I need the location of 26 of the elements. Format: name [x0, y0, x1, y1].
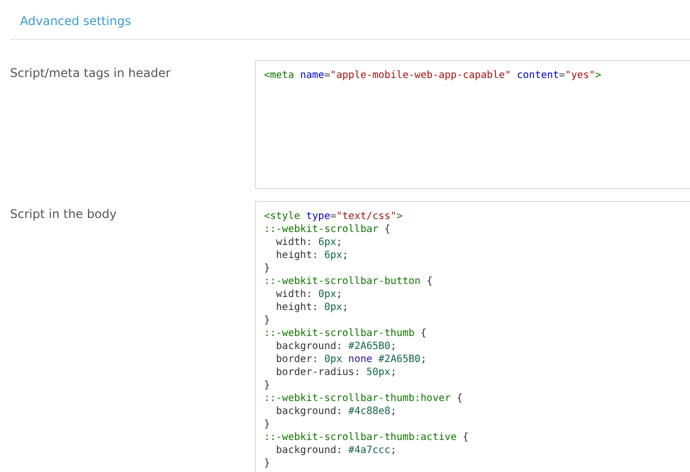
code-editor[interactable]: <meta name="apple-mobile-web-app-capable" content="yes">: [255, 60, 690, 189]
code-line: }: [264, 418, 270, 431]
code-line: ::-webkit-scrollbar-button {: [264, 275, 433, 288]
code-line: }: [264, 262, 270, 275]
code-line: background: #4c88e8;: [275, 405, 396, 418]
field-label: Script in the body: [10, 207, 117, 221]
code-line: width: 0px;: [275, 288, 342, 301]
code-line: ::-webkit-scrollbar-thumb:active {: [264, 431, 469, 444]
code-line: }: [264, 314, 270, 327]
code-line: }: [264, 379, 270, 392]
code-line: border-radius: 50px;: [275, 366, 396, 379]
code-line: ::-webkit-scrollbar {: [264, 223, 390, 236]
field-label: Script/meta tags in header: [10, 66, 171, 80]
code-line: ::-webkit-scrollbar-thumb:hover {: [264, 392, 463, 405]
code-line: background: #2A65B0;: [275, 340, 396, 353]
code-line: ::-webkit-scrollbar-thumb {: [264, 327, 427, 340]
code-line: width: 6px;: [275, 236, 342, 249]
code-line: height: 6px;: [275, 249, 348, 262]
code-line: <meta name="apple-mobile-web-app-capable" content="yes">: [264, 69, 602, 82]
code-line: height: 0px;: [275, 301, 348, 314]
section-title: Advanced settings: [20, 14, 131, 28]
code-line: background: #4a7ccc;: [275, 444, 396, 457]
code-line: <style type="text/css">: [264, 210, 403, 223]
code-line: }: [264, 457, 270, 470]
code-editor[interactable]: [255, 201, 690, 472]
code-line: border: 0px none #2A65B0;: [275, 353, 427, 366]
